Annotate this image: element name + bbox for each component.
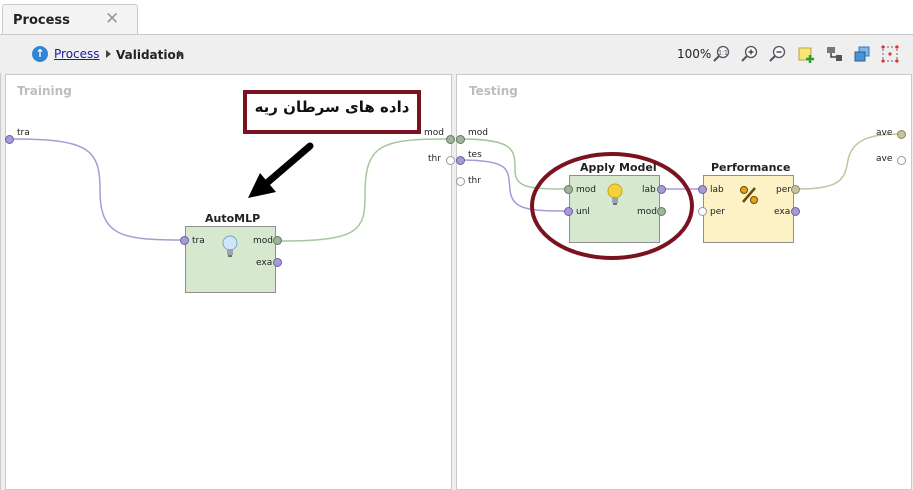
port-testing-tes[interactable]: [456, 156, 465, 165]
port-automlp-mod[interactable]: [273, 236, 282, 245]
port-label-testing-thr: thr: [468, 176, 481, 186]
port-training-thr[interactable]: [446, 156, 455, 165]
performance-out-exa-label: exa: [774, 207, 791, 217]
apply-model-out-mod-label: mod: [637, 207, 657, 217]
apply-model-in-unl-label: unl: [576, 207, 590, 217]
port-testing-mod[interactable]: [456, 135, 465, 144]
port-apply-model-mod-in[interactable]: [564, 185, 573, 194]
performance-in-per-label: per: [710, 207, 725, 217]
automlp-out-mod-label: mod: [253, 236, 273, 246]
port-training-tra[interactable]: [5, 135, 14, 144]
performance-title: Performance: [711, 161, 791, 174]
annotation-text: داده های سرطان ریه: [254, 98, 410, 116]
port-label-training-thr: thr: [428, 154, 441, 164]
port-apply-model-unl[interactable]: [564, 207, 573, 216]
automlp-out-exa-label: exa: [256, 258, 273, 268]
port-label-training-tra: tra: [17, 128, 30, 138]
port-performance-per-out[interactable]: [791, 185, 800, 194]
performance-in-lab-label: lab: [710, 185, 724, 195]
apply-model-in-mod-label: mod: [576, 185, 596, 195]
percent-icon: [740, 186, 758, 204]
port-apply-model-lab[interactable]: [657, 185, 666, 194]
performance-operator[interactable]: lab per per exa: [703, 175, 794, 243]
port-label-testing-tes: tes: [468, 150, 482, 160]
port-automlp-tra[interactable]: [180, 236, 189, 245]
port-performance-lab[interactable]: [698, 185, 707, 194]
port-testing-ave-1[interactable]: [897, 130, 906, 139]
annotation-arrow: [264, 142, 314, 186]
port-label-training-mod: mod: [424, 128, 444, 138]
lightbulb-icon: [222, 235, 238, 257]
port-performance-exa[interactable]: [791, 207, 800, 216]
wire-training-input: [13, 138, 181, 241]
port-apply-model-mod-out[interactable]: [657, 207, 666, 216]
wire-training-model: [280, 138, 447, 242]
automlp-in-label: tra: [192, 236, 205, 246]
port-performance-per-in[interactable]: [698, 207, 707, 216]
apply-model-operator[interactable]: mod unl lab mod: [569, 175, 660, 243]
performance-out-per-label: per: [776, 185, 791, 195]
apply-model-title: Apply Model: [580, 161, 657, 174]
lightbulb-icon: [607, 183, 623, 205]
port-testing-ave-2[interactable]: [897, 156, 906, 165]
apply-model-out-lab-label: lab: [642, 185, 656, 195]
port-automlp-exa[interactable]: [273, 258, 282, 267]
connection-layer: [13, 133, 901, 260]
port-label-ave-1: ave: [876, 128, 893, 138]
port-label-testing-mod: mod: [468, 128, 488, 138]
port-testing-thr[interactable]: [456, 177, 465, 186]
automlp-title: AutoMLP: [205, 212, 261, 225]
port-label-ave-2: ave: [876, 154, 893, 164]
port-training-mod-out[interactable]: [446, 135, 455, 144]
annotation-note[interactable]: داده های سرطان ریه: [243, 90, 421, 134]
automlp-operator[interactable]: tra mod exa: [185, 226, 276, 293]
